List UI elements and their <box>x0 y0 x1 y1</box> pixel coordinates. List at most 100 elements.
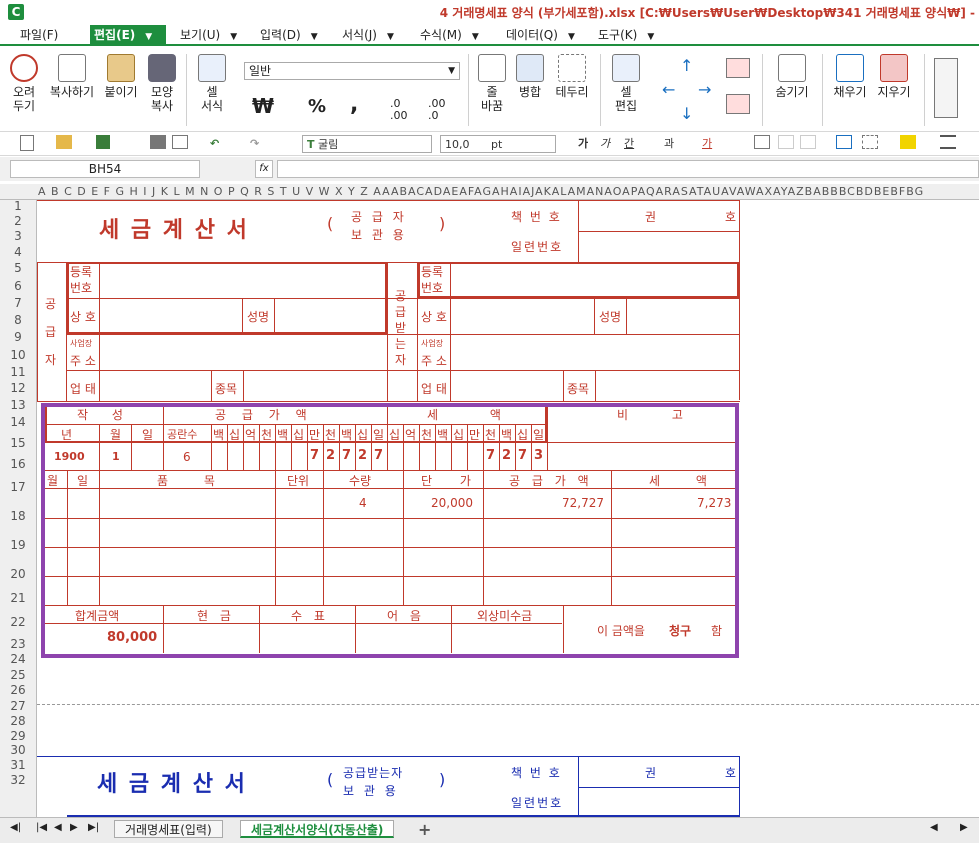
formula-input[interactable] <box>277 160 979 178</box>
open-folder-icon[interactable] <box>56 135 72 149</box>
font-color-button[interactable]: 가 <box>702 135 712 153</box>
align-right-icon[interactable] <box>800 135 816 149</box>
font-size-select[interactable]: 10,0 pt <box>440 135 556 153</box>
fill-button[interactable]: 채우기 <box>828 54 872 99</box>
row-number[interactable]: 22 <box>0 607 36 637</box>
clear-button[interactable]: 지우기 <box>872 54 916 99</box>
print-icon[interactable] <box>150 135 166 149</box>
menu-format[interactable]: 서식(J) ▼ <box>338 25 398 45</box>
column-header[interactable]: A B C D E F G H I J K L M N O P Q R S T … <box>0 184 979 200</box>
cell-edit-button[interactable]: 셀 편집 <box>606 54 646 113</box>
row-number[interactable]: 14 <box>0 414 36 431</box>
row-number[interactable]: 12 <box>0 380 36 396</box>
sort-icon[interactable] <box>934 58 958 118</box>
row-number[interactable]: 28 <box>0 714 36 729</box>
decrease-decimal-button[interactable]: .00 .0 <box>428 98 456 122</box>
sheet-tab-input[interactable]: 거래명세표(입력) <box>114 820 223 838</box>
row-number[interactable]: 13 <box>0 396 36 414</box>
add-sheet-icon[interactable]: + <box>418 820 431 839</box>
name-box[interactable]: BH54 <box>10 160 200 178</box>
row-number[interactable]: 11 <box>0 364 36 380</box>
cut-button[interactable]: 오려 두기 <box>4 54 44 113</box>
row-number[interactable]: 4 <box>0 244 36 260</box>
menu-input[interactable]: 입력(D) ▼ <box>256 25 322 45</box>
row-number[interactable]: 31 <box>0 757 36 773</box>
first-sheet-icon[interactable]: ◀| <box>10 822 21 833</box>
row-number[interactable]: 20 <box>0 560 36 589</box>
row-number[interactable]: 30 <box>0 743 36 757</box>
merge-button[interactable]: 병합 <box>512 54 548 99</box>
bold-button[interactable]: 가 <box>578 135 588 153</box>
row-number[interactable]: 5 <box>0 260 36 277</box>
eraser-icon <box>726 94 750 114</box>
first-sheet-nav-icon[interactable]: |◀ <box>36 822 47 833</box>
row-number[interactable]: 9 <box>0 329 36 346</box>
next-sheet-icon[interactable]: ▶ <box>70 822 78 833</box>
row-number[interactable]: 1 <box>0 200 36 213</box>
number-format-select[interactable]: 일반 ▼ <box>244 62 460 80</box>
row-number[interactable]: 18 <box>0 502 36 531</box>
row-number[interactable]: 25 <box>0 667 36 683</box>
currency-button[interactable]: ₩ <box>252 94 274 118</box>
menu-edit[interactable]: 편집(E) ▼ <box>90 25 166 45</box>
row-number[interactable]: 15 <box>0 431 36 456</box>
border-button[interactable]: 테두리 <box>550 54 594 99</box>
underline-button[interactable]: 간 <box>624 135 634 153</box>
increase-decimal-button[interactable]: .0 .00 <box>390 98 418 122</box>
paste-button[interactable]: 붙이기 <box>100 54 142 99</box>
merge-center-icon[interactable] <box>836 135 852 149</box>
row-number[interactable]: 2 <box>0 213 36 229</box>
hide-button[interactable]: 숨기기 <box>770 54 814 99</box>
menu-view[interactable]: 보기(U) ▼ <box>176 25 241 45</box>
row-number[interactable]: 8 <box>0 311 36 329</box>
redo-icon[interactable]: ↷ <box>250 135 259 153</box>
menu-data[interactable]: 데이터(Q) ▼ <box>502 25 579 45</box>
italic-button[interactable]: 가 <box>600 135 610 153</box>
align-center-icon[interactable] <box>778 135 794 149</box>
wrap-text-button[interactable]: 줄 바꿈 <box>474 54 510 113</box>
fx-icon[interactable]: fx <box>255 160 273 178</box>
print-preview-icon[interactable] <box>172 135 188 149</box>
new-file-icon[interactable] <box>20 135 34 151</box>
undo-icon[interactable]: ↶ <box>210 135 219 153</box>
last-sheet-icon[interactable]: ▶| <box>88 822 99 833</box>
row-number[interactable]: 32 <box>0 773 36 787</box>
sheet-tab-invoice[interactable]: 세금계산서양식(자동산출) <box>240 820 395 838</box>
supplier-addr-label: 주 소 <box>70 354 96 368</box>
row-number[interactable]: 10 <box>0 346 36 364</box>
strikethrough-button[interactable]: 과 <box>664 135 674 153</box>
row-number[interactable]: 6 <box>0 277 36 295</box>
border-icon[interactable] <box>862 135 878 149</box>
row-number[interactable]: 24 <box>0 652 36 667</box>
line-style-icon[interactable] <box>940 135 956 149</box>
cell-format-button[interactable]: 셀 서식 <box>194 54 230 113</box>
menu-tools[interactable]: 도구(K) ▼ <box>594 25 658 45</box>
insert-delete-group[interactable]: ↑ ← → ↓ <box>660 54 720 126</box>
align-left-icon[interactable] <box>754 135 770 149</box>
prev-sheet-icon[interactable]: ◀ <box>54 822 62 833</box>
menu-formula[interactable]: 수식(M) ▼ <box>416 25 483 45</box>
row-header[interactable]: 1 2 3 4 5 6 7 8 9 10 11 12 13 14 15 16 17 18 19 20 21 22 23 24 2… <box>0 200 37 817</box>
row-number[interactable]: 29 <box>0 729 36 743</box>
row-number[interactable]: 26 <box>0 683 36 698</box>
row-number[interactable]: 17 <box>0 473 36 502</box>
row-number[interactable]: 23 <box>0 637 36 652</box>
row-number[interactable]: 7 <box>0 295 36 311</box>
save-icon[interactable] <box>96 135 110 149</box>
percent-button[interactable]: % <box>308 96 326 117</box>
copy-button[interactable]: 복사하기 <box>46 54 98 99</box>
chevron-down-icon: ▼ <box>647 32 655 42</box>
scroll-right-icon[interactable]: ▶ <box>960 822 968 833</box>
scroll-left-icon[interactable]: ◀ <box>930 822 938 833</box>
row-number[interactable]: 27 <box>0 698 36 714</box>
fill-color-icon[interactable] <box>900 135 916 149</box>
row-number[interactable]: 19 <box>0 531 36 560</box>
comma-button[interactable]: , <box>350 92 358 117</box>
row-number[interactable]: 16 <box>0 456 36 473</box>
row-number[interactable]: 21 <box>0 589 36 607</box>
font-select[interactable]: T 굴림 <box>302 135 432 153</box>
menu-file[interactable]: 파일(F) <box>16 25 62 45</box>
row-number[interactable]: 3 <box>0 229 36 244</box>
format-painter-button[interactable]: 모양 복사 <box>144 54 180 113</box>
delete-cells-group[interactable] <box>724 54 754 124</box>
